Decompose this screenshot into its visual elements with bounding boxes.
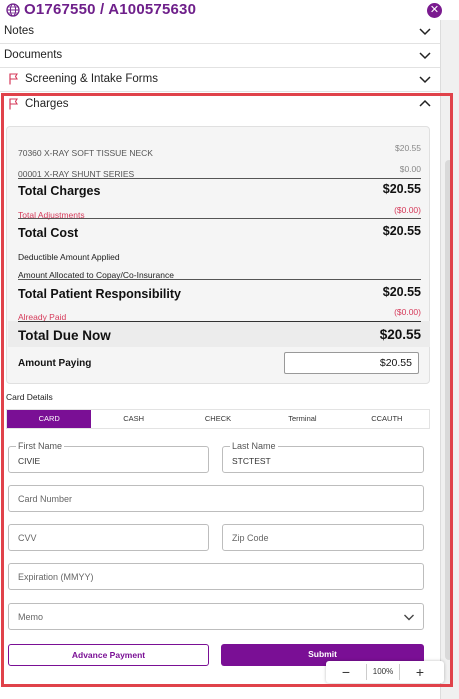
scrollbar-thumb[interactable] [445,160,453,660]
divider [18,178,421,179]
zip-code-placeholder: Zip Code [232,533,269,543]
header-bar: O1767550 / A100575630 ✕ [0,0,459,20]
copay-row: Amount Allocated to Copay/Co-Insurance [18,265,421,283]
zip-code-field[interactable]: Zip Code [222,524,424,551]
divider [18,321,421,322]
total-due-label: Total Due Now [18,328,111,343]
chevron-down-icon [419,28,431,36]
charge-item-amount: $20.55 [395,143,421,153]
total-charges-label: Total Charges [18,184,101,198]
total-charges-value: $20.55 [382,182,421,196]
already-paid-value: ($0.00) [394,307,421,317]
tab-check[interactable]: CHECK [176,410,260,428]
accordion-notes[interactable]: Notes [0,20,440,44]
zoom-control: − 100% + [326,661,444,683]
total-cost-label: Total Cost [18,226,79,240]
divider [18,218,421,219]
zoom-level: 100% [366,664,400,680]
card-number-field[interactable]: Card Number [8,485,424,512]
advance-payment-button[interactable]: Advance Payment [8,644,209,666]
expiration-field[interactable]: Expiration (MMYY) [8,563,424,590]
accordion-documents-label: Documents [4,49,63,61]
first-name-value: CIVIE [18,456,41,466]
total-charges-row: Total Charges $20.55 [18,182,421,200]
tab-card[interactable]: CARD [7,410,92,428]
total-due-row: Total Due Now $20.55 [18,327,421,345]
last-name-value: STCTEST [232,456,271,466]
patient-responsibility-value: $20.55 [382,285,421,299]
first-name-legend: First Name [16,441,65,451]
tab-ccauth[interactable]: CCAUTH [345,410,429,428]
amount-paying-label: Amount Paying [18,358,92,369]
order-title: O1767550 / A100575630 [24,1,197,18]
zoom-in-button[interactable]: + [400,664,440,680]
accordion-screening[interactable]: Screening & Intake Forms [0,68,440,92]
divider [18,279,421,280]
chevron-up-icon [419,99,431,107]
charges-page: O1767550 / A100575630 ✕ Notes Documents … [0,0,459,699]
chevron-down-icon [419,52,431,60]
last-name-field[interactable]: Last Name STCTEST [222,441,424,473]
chevron-down-icon [419,76,431,84]
total-due-value: $20.55 [379,327,421,342]
patient-responsibility-label: Total Patient Responsibility [18,287,181,301]
last-name-legend: Last Name [230,441,278,451]
deductible-row: Deductible Amount Applied [18,247,421,265]
chevron-down-icon [404,614,414,621]
total-adjustments-value: ($0.00) [394,205,421,215]
charge-line-item: 70360 X-RAY SOFT TISSUE NECK $20.55 [18,143,421,161]
flag-icon [9,98,18,110]
first-name-field[interactable]: First Name CIVIE [8,441,209,473]
charge-item-amount: $0.00 [399,164,421,174]
tab-cash[interactable]: CASH [91,410,175,428]
cvv-field[interactable]: CVV [8,524,209,551]
accordion-charges-label: Charges [25,98,69,110]
close-icon[interactable]: ✕ [427,3,442,18]
expiration-placeholder: Expiration (MMYY) [18,572,94,582]
globe-icon [6,3,20,17]
accordion-charges[interactable]: Charges [0,93,440,117]
zoom-out-button[interactable]: − [326,664,366,680]
total-cost-row: Total Cost $20.55 [18,224,421,242]
deductible-label: Deductible Amount Applied [18,252,120,262]
flag-icon [9,73,18,85]
total-cost-value: $20.55 [382,224,421,238]
payment-method-tabs: CARD CASH CHECK Terminal CCAUTH [6,409,430,429]
memo-placeholder: Memo [18,612,44,622]
memo-select[interactable]: Memo [8,603,424,630]
card-details-label: Card Details [6,392,53,402]
tab-terminal[interactable]: Terminal [260,410,344,428]
cvv-placeholder: CVV [18,533,37,543]
patient-responsibility-row: Total Patient Responsibility $20.55 [18,285,421,303]
card-number-placeholder: Card Number [18,494,73,504]
accordion-documents[interactable]: Documents [0,44,440,68]
total-adjustments-row: Total Adjustments ($0.00) [18,205,421,223]
scrollbar[interactable] [440,20,459,699]
accordion-notes-label: Notes [4,25,35,37]
amount-paying-input[interactable]: $20.55 [284,352,419,374]
charge-item-label: 70360 X-RAY SOFT TISSUE NECK [18,148,153,158]
accordion-screening-label: Screening & Intake Forms [25,73,158,85]
charge-line-item: 00001 X-RAY SHUNT SERIES $0.00 [18,164,421,182]
charges-summary: 70360 X-RAY SOFT TISSUE NECK $20.55 0000… [6,126,430,384]
